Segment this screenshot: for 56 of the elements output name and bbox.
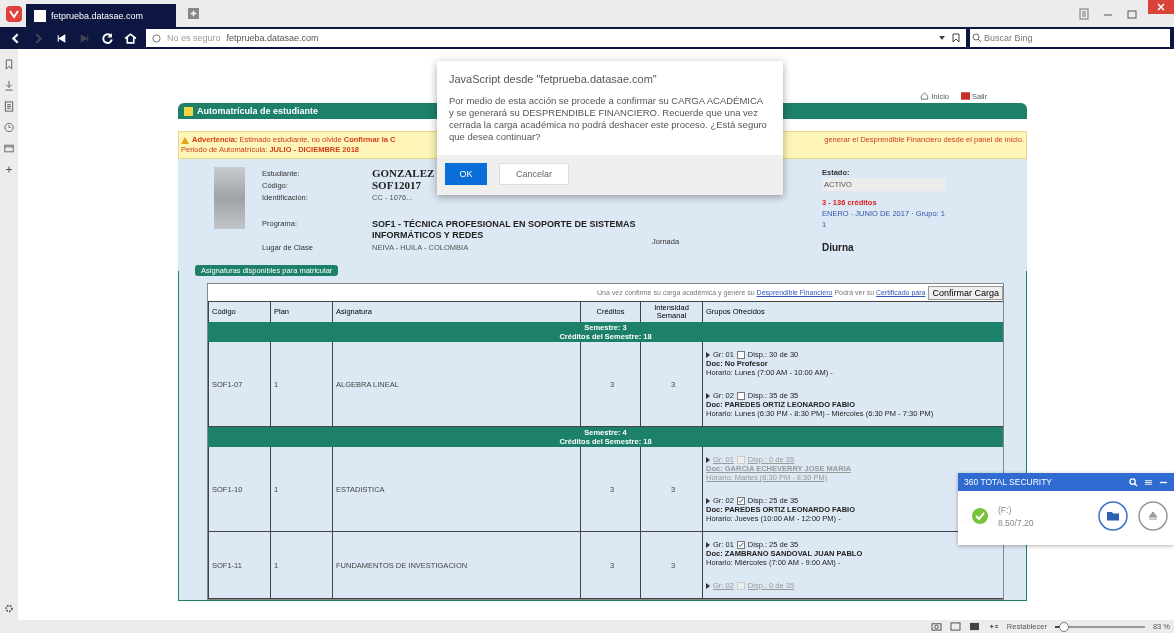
new-tab-icon[interactable] bbox=[188, 8, 199, 19]
eject-button-icon[interactable] bbox=[1138, 501, 1168, 531]
dialog-title: JavaScript desde "fetprueba.datasae.com" bbox=[448, 72, 658, 87]
arrow-icon bbox=[706, 541, 710, 548]
notes-icon[interactable] bbox=[4, 101, 14, 112]
group-checkbox[interactable] bbox=[736, 391, 745, 400]
page-actions-icon[interactable] bbox=[987, 622, 999, 631]
address-field[interactable]: No es seguro fetprueba.datasae.com bbox=[146, 29, 966, 47]
history-icon[interactable] bbox=[4, 122, 14, 133]
window-icon[interactable] bbox=[4, 143, 14, 154]
arrow-icon bbox=[706, 582, 710, 589]
tab-stack-icon[interactable] bbox=[1078, 7, 1090, 20]
window-icon[interactable] bbox=[949, 622, 961, 631]
field-value: SOF1 - TÉCNICA PROFESIONAL EN SOPORTE DE SISTEMAS INFORMÁTICOS Y REDES bbox=[372, 218, 637, 241]
photo-placeholder bbox=[214, 167, 245, 229]
reload-icon[interactable] bbox=[101, 31, 114, 45]
arrow-icon bbox=[706, 456, 710, 463]
browser-logo-icon[interactable] bbox=[6, 5, 22, 22]
arrow-icon bbox=[706, 392, 710, 399]
check-circle-icon bbox=[972, 508, 988, 524]
menu-icon[interactable] bbox=[1144, 477, 1153, 487]
shift-value: Diurna bbox=[822, 242, 855, 253]
arrow-icon bbox=[706, 497, 710, 504]
ok-button[interactable]: OK bbox=[445, 163, 487, 185]
confirm-button[interactable]: Confirmar Carga bbox=[928, 285, 1003, 300]
browser-tab[interactable]: fetprueba.datasae.com bbox=[26, 4, 176, 27]
cancel-button[interactable]: Cancelar bbox=[499, 163, 570, 185]
zoom-slider-thumb[interactable] bbox=[1058, 621, 1069, 632]
maximize-icon[interactable] bbox=[1126, 7, 1138, 20]
notification-title: 360 TOTAL SECURITY bbox=[964, 477, 1053, 487]
drive-label: (F:) bbox=[998, 504, 1013, 515]
close-icon[interactable] bbox=[1148, 0, 1174, 14]
warning-icon bbox=[181, 136, 189, 144]
document-icon bbox=[184, 106, 193, 116]
bookmarks-icon[interactable] bbox=[4, 59, 14, 70]
dialog-message: Por medio de esta acción se procede a confirmar su CARGA ACADÉMICA y se generará su DESPRENDIBLE FINANCIERO. Recuerde que una vez cerrada la carga académica no podrá deshacer este proceso. ¿Está seguro que desea continuar? bbox=[448, 95, 768, 144]
field-value: SOF12017 bbox=[372, 179, 421, 191]
globe-icon[interactable] bbox=[152, 33, 161, 43]
group-checkbox[interactable] bbox=[736, 496, 745, 505]
folder-button-icon[interactable] bbox=[1098, 501, 1128, 531]
search-field[interactable]: Buscar Bing bbox=[982, 29, 1170, 47]
arrow-icon bbox=[706, 351, 710, 358]
bookmark-icon[interactable] bbox=[952, 33, 960, 43]
page-title: Automatrícula de estudiante bbox=[197, 106, 319, 116]
drive-size: 8.50/7.20 bbox=[998, 517, 1034, 528]
download-icon[interactable] bbox=[4, 80, 14, 91]
image-icon[interactable] bbox=[968, 622, 980, 631]
add-panel-icon[interactable] bbox=[4, 164, 14, 175]
dropdown-caret-icon[interactable] bbox=[938, 34, 946, 42]
field-value: GONZALEZ bbox=[372, 167, 435, 179]
camera-icon[interactable] bbox=[930, 622, 942, 631]
group-checkbox[interactable] bbox=[736, 350, 745, 359]
group-checkbox[interactable] bbox=[736, 540, 745, 549]
search-icon[interactable] bbox=[970, 29, 982, 47]
settings-icon[interactable] bbox=[4, 603, 14, 614]
search-icon[interactable] bbox=[1129, 477, 1138, 487]
